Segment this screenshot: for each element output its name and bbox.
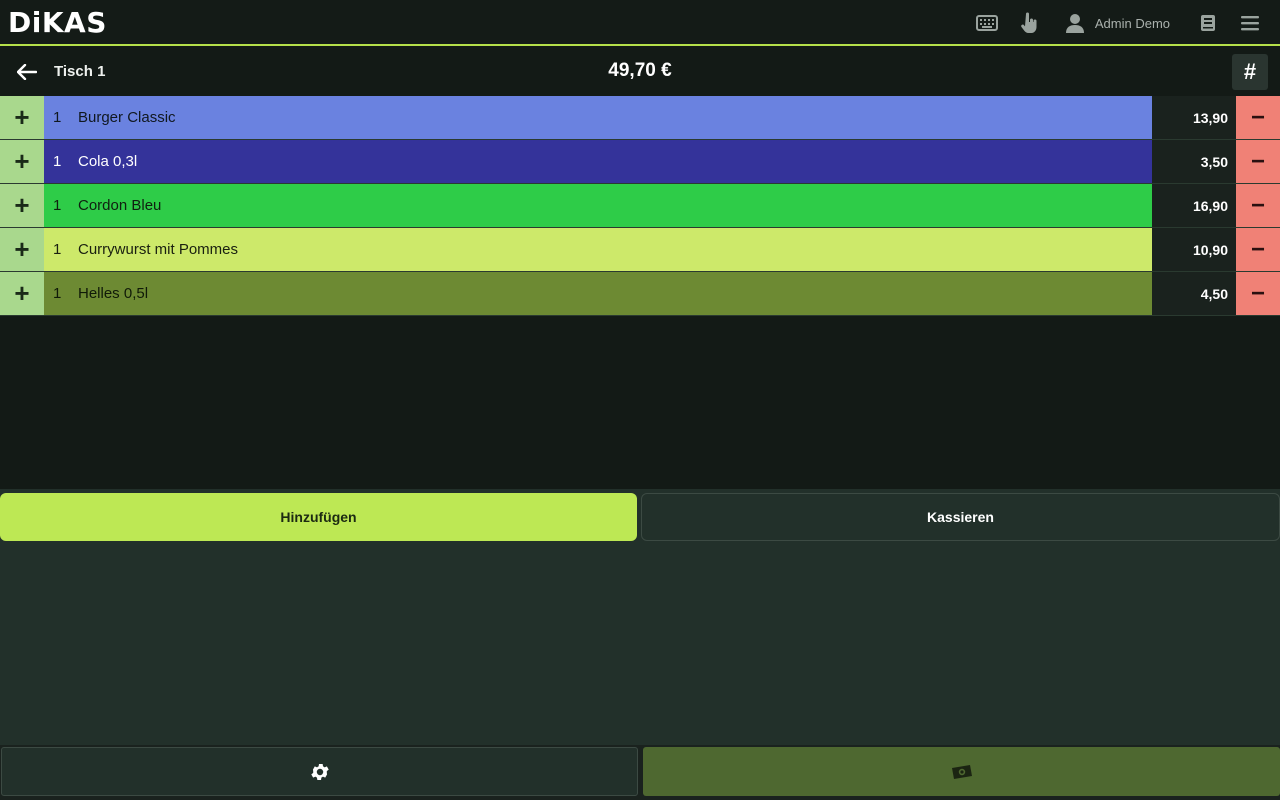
item-bar[interactable]: 1 Cordon Bleu [44, 184, 1152, 227]
footer-bar [0, 745, 1280, 800]
user-name[interactable]: Admin Demo [1095, 16, 1170, 31]
app-logo: DiKAS [8, 6, 107, 39]
item-bar[interactable]: 1 Helles 0,5l [44, 272, 1152, 315]
user-icon[interactable] [1063, 11, 1087, 35]
item-name: Cola 0,3l [78, 153, 138, 170]
action-panel: Hinzufügen Kassieren [0, 489, 1280, 745]
item-quantity: 1 [53, 241, 62, 258]
item-bar[interactable]: 1 Cola 0,3l [44, 140, 1152, 183]
increase-button[interactable]: + [0, 140, 44, 183]
list-item: + 1 Burger Classic 13,90 − [0, 96, 1280, 140]
arrow-left-icon [17, 64, 37, 80]
increase-button[interactable]: + [0, 96, 44, 139]
item-price: 4,50 [1152, 272, 1236, 315]
item-bar[interactable]: 1 Currywurst mit Pommes [44, 228, 1152, 271]
menu-icon[interactable] [1238, 11, 1262, 35]
item-name: Currywurst mit Pommes [78, 241, 239, 258]
book-icon[interactable] [1196, 11, 1220, 35]
increase-button[interactable]: + [0, 272, 44, 315]
order-items-list: + 1 Burger Classic 13,90 − + 1 Cola 0,3l… [0, 96, 1280, 316]
item-name: Burger Classic [78, 109, 176, 126]
order-header: Tisch 1 49,70 € # [0, 48, 1280, 96]
decrease-button[interactable]: − [1236, 272, 1280, 315]
table-name: Tisch 1 [54, 63, 106, 80]
list-item: + 1 Cordon Bleu 16,90 − [0, 184, 1280, 228]
item-bar[interactable]: 1 Burger Classic [44, 96, 1152, 139]
order-total: 49,70 € [608, 60, 672, 81]
item-quantity: 1 [53, 285, 62, 302]
hand-pointer-icon[interactable] [1017, 11, 1041, 35]
add-button[interactable]: Hinzufügen [0, 493, 637, 541]
decrease-button[interactable]: − [1236, 184, 1280, 227]
item-price: 13,90 [1152, 96, 1236, 139]
top-toolbar: Admin Demo [957, 0, 1262, 46]
decrease-button[interactable]: − [1236, 140, 1280, 183]
item-quantity: 1 [53, 109, 62, 126]
cash-button[interactable] [643, 747, 1280, 796]
item-price: 3,50 [1152, 140, 1236, 183]
item-name: Cordon Bleu [78, 197, 162, 214]
item-name: Helles 0,5l [78, 285, 149, 302]
decrease-button[interactable]: − [1236, 96, 1280, 139]
decrease-button[interactable]: − [1236, 228, 1280, 271]
item-price: 10,90 [1152, 228, 1236, 271]
settings-button[interactable] [1, 747, 638, 796]
checkout-button[interactable]: Kassieren [641, 493, 1280, 541]
list-item: + 1 Cola 0,3l 3,50 − [0, 140, 1280, 184]
item-quantity: 1 [53, 153, 62, 170]
table-number-button[interactable]: # [1232, 54, 1268, 90]
item-price: 16,90 [1152, 184, 1236, 227]
gear-icon [310, 763, 329, 780]
top-bar: DiKAS Admin Demo [0, 0, 1280, 46]
money-bill-icon [951, 764, 972, 779]
increase-button[interactable]: + [0, 228, 44, 271]
keyboard-icon[interactable] [975, 11, 999, 35]
back-button[interactable] [14, 60, 40, 84]
increase-button[interactable]: + [0, 184, 44, 227]
item-quantity: 1 [53, 197, 62, 214]
list-item: + 1 Helles 0,5l 4,50 − [0, 272, 1280, 316]
list-item: + 1 Currywurst mit Pommes 10,90 − [0, 228, 1280, 272]
